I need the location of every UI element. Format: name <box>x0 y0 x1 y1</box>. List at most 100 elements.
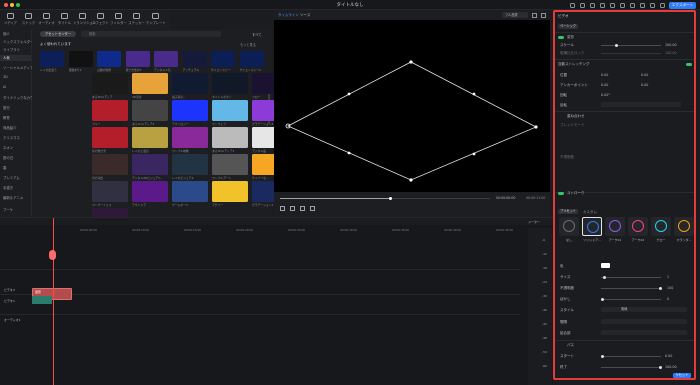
template-thumbnail[interactable] <box>92 100 128 121</box>
template-thumbnail[interactable] <box>211 51 235 67</box>
template-thumbnail[interactable] <box>172 127 208 148</box>
auto-fit-toggle[interactable] <box>686 63 692 66</box>
stroke-toggle[interactable] <box>558 192 564 195</box>
spacing-options[interactable] <box>601 319 687 324</box>
stroke-preset[interactable] <box>582 217 602 236</box>
tab-timeline-preview[interactable]: タイムライン <box>278 13 299 18</box>
start-value[interactable]: 0.00 <box>665 354 672 358</box>
template-thumbnail[interactable] <box>212 127 248 148</box>
uniform-value[interactable]: 100.00 <box>665 51 677 55</box>
template-thumbnail[interactable] <box>172 181 208 202</box>
tab-source-preview[interactable]: ソース <box>300 13 310 18</box>
opacity-knob[interactable] <box>659 287 662 290</box>
template-thumbnail[interactable] <box>212 73 248 94</box>
template-thumbnail[interactable] <box>132 100 168 121</box>
inspector-tab-video[interactable]: ビデオ <box>558 14 569 19</box>
basic-tab[interactable]: ベーシック <box>558 24 578 29</box>
audio-clip[interactable] <box>32 296 52 304</box>
end-value[interactable]: 100.00 <box>665 365 677 369</box>
stroke-preset[interactable] <box>605 217 625 236</box>
layout-icon[interactable] <box>630 2 635 8</box>
stop-icon[interactable] <box>310 206 315 211</box>
prev-frame-icon[interactable] <box>280 206 285 211</box>
sidebar-item[interactable]: 手描き <box>3 185 13 190</box>
sidebar-item[interactable]: 春 <box>3 165 6 170</box>
template-thumbnail[interactable] <box>212 181 248 202</box>
gift-icon[interactable] <box>570 2 575 8</box>
play-icon[interactable] <box>290 206 295 211</box>
tab-effects[interactable]: エフェクト <box>91 11 110 28</box>
settings-icon[interactable] <box>640 2 645 8</box>
transform-toggle[interactable] <box>558 36 564 39</box>
shape-handle[interactable] <box>409 178 413 182</box>
template-thumbnail[interactable] <box>172 154 208 175</box>
stroke-preset[interactable] <box>628 217 648 236</box>
tab-audio[interactable]: オーディオ <box>37 11 56 28</box>
scale-knob[interactable] <box>615 44 618 47</box>
shape-handle[interactable] <box>347 92 351 96</box>
stroke-preset[interactable] <box>651 217 671 236</box>
style-dropdown[interactable]: 実線 <box>601 307 687 312</box>
template-thumbnail[interactable] <box>68 51 93 67</box>
template-thumbnail[interactable] <box>212 100 248 121</box>
menu-icon[interactable] <box>660 2 665 8</box>
asset-center-button[interactable]: アセットセンター <box>40 31 76 37</box>
template-thumbnail[interactable] <box>132 73 168 94</box>
tab-stickers[interactable]: ステッカー <box>127 11 146 28</box>
rotate-value[interactable]: 0.00° <box>601 93 610 97</box>
tab-media[interactable]: メディア <box>1 11 20 28</box>
anchor-x[interactable]: 0.00 <box>601 83 608 87</box>
template-thumbnail[interactable] <box>97 51 121 67</box>
fullscreen-icon[interactable] <box>541 12 546 18</box>
scale-slider[interactable] <box>601 45 661 46</box>
template-thumbnail[interactable] <box>132 154 168 175</box>
sidebar-item[interactable]: 夏の日 <box>3 155 13 160</box>
sidebar-item[interactable]: ミックスフォルダー <box>3 39 33 44</box>
search-input[interactable]: 検索 <box>81 31 221 37</box>
sidebar-item[interactable]: プレミアム <box>3 175 20 180</box>
uniform-slider[interactable] <box>601 53 661 54</box>
size-knob[interactable] <box>603 276 606 279</box>
position-x[interactable]: 0.00 <box>601 73 608 77</box>
shape-handle[interactable] <box>472 92 476 96</box>
sidebar-item[interactable]: ネオン <box>3 145 13 150</box>
template-thumbnail[interactable] <box>92 181 128 202</box>
tab-filters[interactable]: フィルター <box>109 11 128 28</box>
sidebar-item[interactable]: 商品紹介 <box>3 125 17 130</box>
sidebar-item[interactable]: 個人 <box>3 31 10 36</box>
feedback-icon[interactable] <box>590 2 595 8</box>
stroke-preset[interactable] <box>674 217 694 236</box>
sidebar-item[interactable]: ブーケ <box>3 207 13 212</box>
color-swatch[interactable] <box>601 263 610 268</box>
blur-value[interactable]: 0 <box>667 297 669 301</box>
template-thumbnail[interactable] <box>172 73 208 94</box>
tab-templates[interactable]: テンプレート <box>146 11 166 28</box>
notification-icon[interactable] <box>620 2 625 8</box>
template-thumbnail[interactable] <box>172 100 208 121</box>
template-thumbnail[interactable] <box>40 51 64 67</box>
sidebar-item[interactable]: 旅行 <box>3 105 10 110</box>
anchor-y[interactable]: 0.00 <box>641 83 648 87</box>
scrub-handle[interactable] <box>389 197 392 200</box>
filter-all-dropdown[interactable]: すべて <box>252 32 262 37</box>
next-frame-icon[interactable] <box>300 206 305 211</box>
snapshot-icon[interactable] <box>532 12 537 18</box>
stroke-preset[interactable] <box>559 217 579 236</box>
join-options[interactable] <box>601 330 687 335</box>
more-link[interactable]: もっと見る <box>240 42 256 47</box>
account-icon[interactable] <box>610 2 615 8</box>
end-knob[interactable] <box>659 366 662 369</box>
shape-handle[interactable] <box>409 60 413 64</box>
size-value[interactable]: 1 <box>667 275 669 279</box>
template-thumbnail[interactable] <box>125 51 150 67</box>
opacity-slider[interactable] <box>601 288 661 289</box>
template-thumbnail[interactable] <box>92 73 128 94</box>
save-icon[interactable] <box>650 2 655 8</box>
flip-buttons[interactable] <box>601 102 681 107</box>
scale-value[interactable]: 100.00 <box>665 43 677 47</box>
sidebar-item[interactable]: 3D <box>3 75 8 79</box>
template-thumbnail[interactable] <box>92 127 128 148</box>
size-slider[interactable] <box>601 277 661 278</box>
sidebar-item[interactable]: Ai <box>3 85 6 89</box>
sidebar-item-popular[interactable]: 人気 <box>0 55 31 61</box>
